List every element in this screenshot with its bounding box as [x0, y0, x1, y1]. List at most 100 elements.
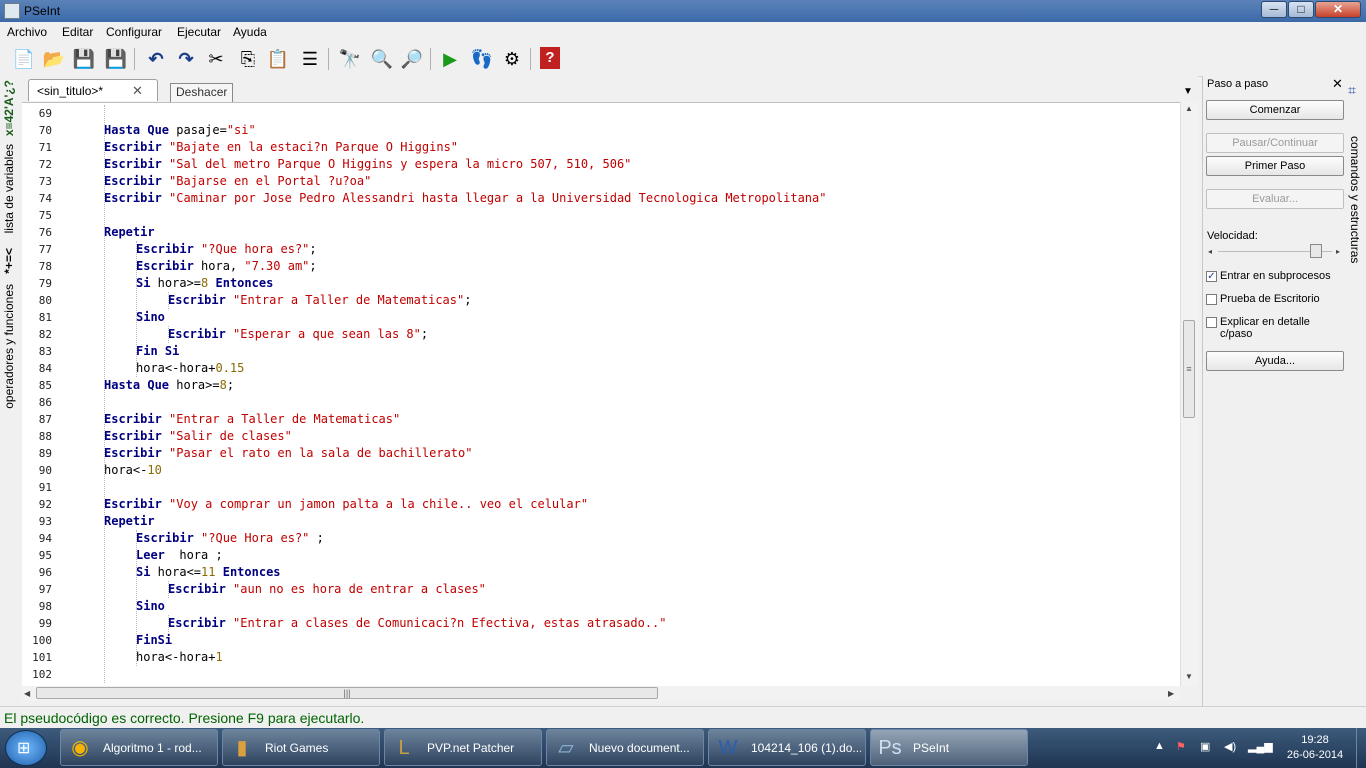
cut-icon[interactable]: ✂ [204, 47, 228, 71]
menu-editar[interactable]: Editar [62, 25, 93, 39]
redo-icon[interactable]: ↷ [174, 47, 198, 71]
vertical-scrollbar[interactable]: ▲ ≡ ▼ [1180, 102, 1198, 686]
code-line[interactable]: 73 Escribir "Bajarse en el Portal ?u?oa" [22, 173, 1180, 190]
scroll-right-icon[interactable]: ▶ [1168, 689, 1174, 698]
code-line[interactable]: 76 Repetir [22, 224, 1180, 241]
code-line[interactable]: 97 Escribir "aun no es hora de entrar a c… [22, 581, 1180, 598]
start-button[interactable]: Comenzar [1206, 100, 1344, 120]
code-line[interactable]: 88 Escribir "Salir de clases" [22, 428, 1180, 445]
code-line[interactable]: 91 [22, 479, 1180, 496]
find-icon[interactable]: 🔭 [338, 47, 362, 71]
taskbar-item[interactable]: ▮ Riot Games [222, 729, 380, 766]
code-line[interactable]: 89 Escribir "Pasar el rato en la sala de … [22, 445, 1180, 462]
taskbar-item[interactable]: Ps PSeInt [870, 729, 1028, 766]
show-desktop-button[interactable] [1356, 728, 1366, 768]
scroll-up-icon[interactable]: ▲ [1185, 104, 1193, 113]
menu-ejecutar[interactable]: Ejecutar [177, 25, 221, 39]
operators-functions-tab[interactable]: operadores y funciones [2, 284, 16, 409]
slider-right-icon[interactable]: ▸ [1336, 247, 1340, 256]
code-line[interactable]: 75 [22, 207, 1180, 224]
enter-subprocesses-checkbox[interactable]: ✓ [1206, 271, 1217, 282]
code-line[interactable]: 82 Escribir "Esperar a que sean las 8"; [22, 326, 1180, 343]
find-previous-icon[interactable]: 🔍 [370, 47, 394, 71]
scroll-down-icon[interactable]: ▼ [1185, 672, 1193, 681]
help-button[interactable]: Ayuda... [1206, 351, 1344, 371]
menu-archivo[interactable]: Archivo [7, 25, 47, 39]
flowchart-icon[interactable]: ⚙ [500, 47, 524, 71]
code-line[interactable]: 69 [22, 105, 1180, 122]
code-line[interactable]: 78 Escribir hora, "7.30 am"; [22, 258, 1180, 275]
taskbar-item[interactable]: L PVP.net Patcher [384, 729, 542, 766]
code-line[interactable]: 84 hora<-hora+0.15 [22, 360, 1180, 377]
tab-sin-titulo[interactable]: <sin_titulo>* ✕ [28, 79, 158, 101]
code-line[interactable]: 74 Escribir "Caminar por Jose Pedro Aless… [22, 190, 1180, 207]
code-line[interactable]: 86 [22, 394, 1180, 411]
paste-icon[interactable]: 📋 [266, 47, 290, 71]
code-line[interactable]: 95 Leer hora ; [22, 547, 1180, 564]
network-icon[interactable]: ▂▄▆ [1248, 740, 1273, 753]
horizontal-scrollbar[interactable]: ◀ ||| ▶ [22, 686, 1180, 701]
volume-icon[interactable]: ◀) [1224, 740, 1236, 753]
code-line[interactable]: 81 Sino [22, 309, 1180, 326]
tray-device-icon[interactable]: ▣ [1200, 740, 1210, 753]
minimize-button[interactable]: ─ [1261, 1, 1287, 18]
code-line[interactable]: 100 FinSi [22, 632, 1180, 649]
slider-thumb[interactable] [1310, 244, 1322, 258]
horizontal-scroll-thumb[interactable]: ||| [36, 687, 658, 699]
pause-continue-button[interactable]: Pausar/Continuar [1206, 133, 1344, 153]
menu-configurar[interactable]: Configurar [106, 25, 162, 39]
code-line[interactable]: 101 hora<-hora+1 [22, 649, 1180, 666]
code-line[interactable]: 87 Escribir "Entrar a Taller de Matematic… [22, 411, 1180, 428]
taskbar-item[interactable]: ◉ Algoritmo 1 - rod... [60, 729, 218, 766]
slider-left-icon[interactable]: ◂ [1208, 247, 1212, 256]
open-file-icon[interactable]: 📂 [42, 47, 66, 71]
menu-ayuda[interactable]: Ayuda [233, 25, 267, 39]
code-line[interactable]: 94 Escribir "?Que Hora es?" ; [22, 530, 1180, 547]
code-line[interactable]: 72 Escribir "Sal del metro Parque O Higgi… [22, 156, 1180, 173]
code-line[interactable]: 90 hora<-10 [22, 462, 1180, 479]
close-button[interactable]: ✕ [1315, 1, 1361, 18]
undo-icon[interactable]: ↶ [144, 47, 168, 71]
save-icon[interactable]: 💾 [72, 47, 96, 71]
code-line[interactable]: 102 [22, 666, 1180, 683]
vertical-scroll-thumb[interactable]: ≡ [1183, 320, 1195, 418]
first-step-button[interactable]: Primer Paso [1206, 156, 1344, 176]
code-line[interactable]: 77 Escribir "?Que hora es?"; [22, 241, 1180, 258]
code-line[interactable]: 71 Escribir "Bajate en la estaci?n Parque… [22, 139, 1180, 156]
run-icon[interactable]: ▶ [438, 47, 462, 71]
help-icon[interactable]: ? [540, 47, 560, 69]
code-line[interactable]: 93 Repetir [22, 513, 1180, 530]
scroll-left-icon[interactable]: ◀ [24, 689, 30, 698]
speed-slider[interactable]: ◂ ▸ [1206, 243, 1344, 260]
tab-dropdown-icon[interactable]: ▼ [1183, 86, 1193, 97]
desk-test-checkbox[interactable] [1206, 294, 1217, 305]
commands-structures-tab[interactable]: comandos y estructuras [1348, 136, 1362, 263]
code-line[interactable]: 70 Hasta Que pasaje="si" [22, 122, 1180, 139]
code-line[interactable]: 92 Escribir "Voy a comprar un jamon palta… [22, 496, 1180, 513]
tab-close-icon[interactable]: ✕ [132, 83, 143, 99]
find-next-icon[interactable]: 🔎 [400, 47, 424, 71]
code-line[interactable]: 80 Escribir "Entrar a Taller de Matematic… [22, 292, 1180, 309]
start-button[interactable]: ⊞ [5, 730, 47, 766]
structures-icon[interactable]: ⌗ [1348, 82, 1356, 99]
step-by-step-icon[interactable]: 👣 [470, 47, 494, 71]
panel-close-icon[interactable]: ✕ [1332, 76, 1343, 92]
save-as-icon[interactable]: 💾 [104, 47, 128, 71]
code-line[interactable]: 96 Si hora<=11 Entonces [22, 564, 1180, 581]
variables-list-tab[interactable]: lista de variables [2, 144, 16, 233]
new-file-icon[interactable]: 📄 [12, 47, 36, 71]
code-line[interactable]: 79 Si hora>=8 Entonces [22, 275, 1180, 292]
explain-detail-checkbox[interactable] [1206, 317, 1217, 328]
code-editor[interactable]: 69 70 Hasta Que pasaje="si" 71 Escribir "Baj… [22, 102, 1180, 687]
taskbar-item[interactable]: W 104214_106 (1).do... [708, 729, 866, 766]
tray-expand-icon[interactable]: ▲ [1154, 740, 1165, 752]
tray-flag-icon[interactable]: ⚑ [1176, 740, 1186, 753]
taskbar-item[interactable]: ▱ Nuevo document... [546, 729, 704, 766]
code-line[interactable]: 83 Fin Si [22, 343, 1180, 360]
maximize-button[interactable]: □ [1288, 1, 1314, 18]
code-line[interactable]: 98 Sino [22, 598, 1180, 615]
code-line[interactable]: 99 Escribir "Entrar a clases de Comunicac… [22, 615, 1180, 632]
copy-icon[interactable]: ⎘ [236, 47, 260, 71]
code-line[interactable]: 85 Hasta Que hora>=8; [22, 377, 1180, 394]
clock[interactable]: 19:28 26-06-2014 [1278, 733, 1352, 763]
